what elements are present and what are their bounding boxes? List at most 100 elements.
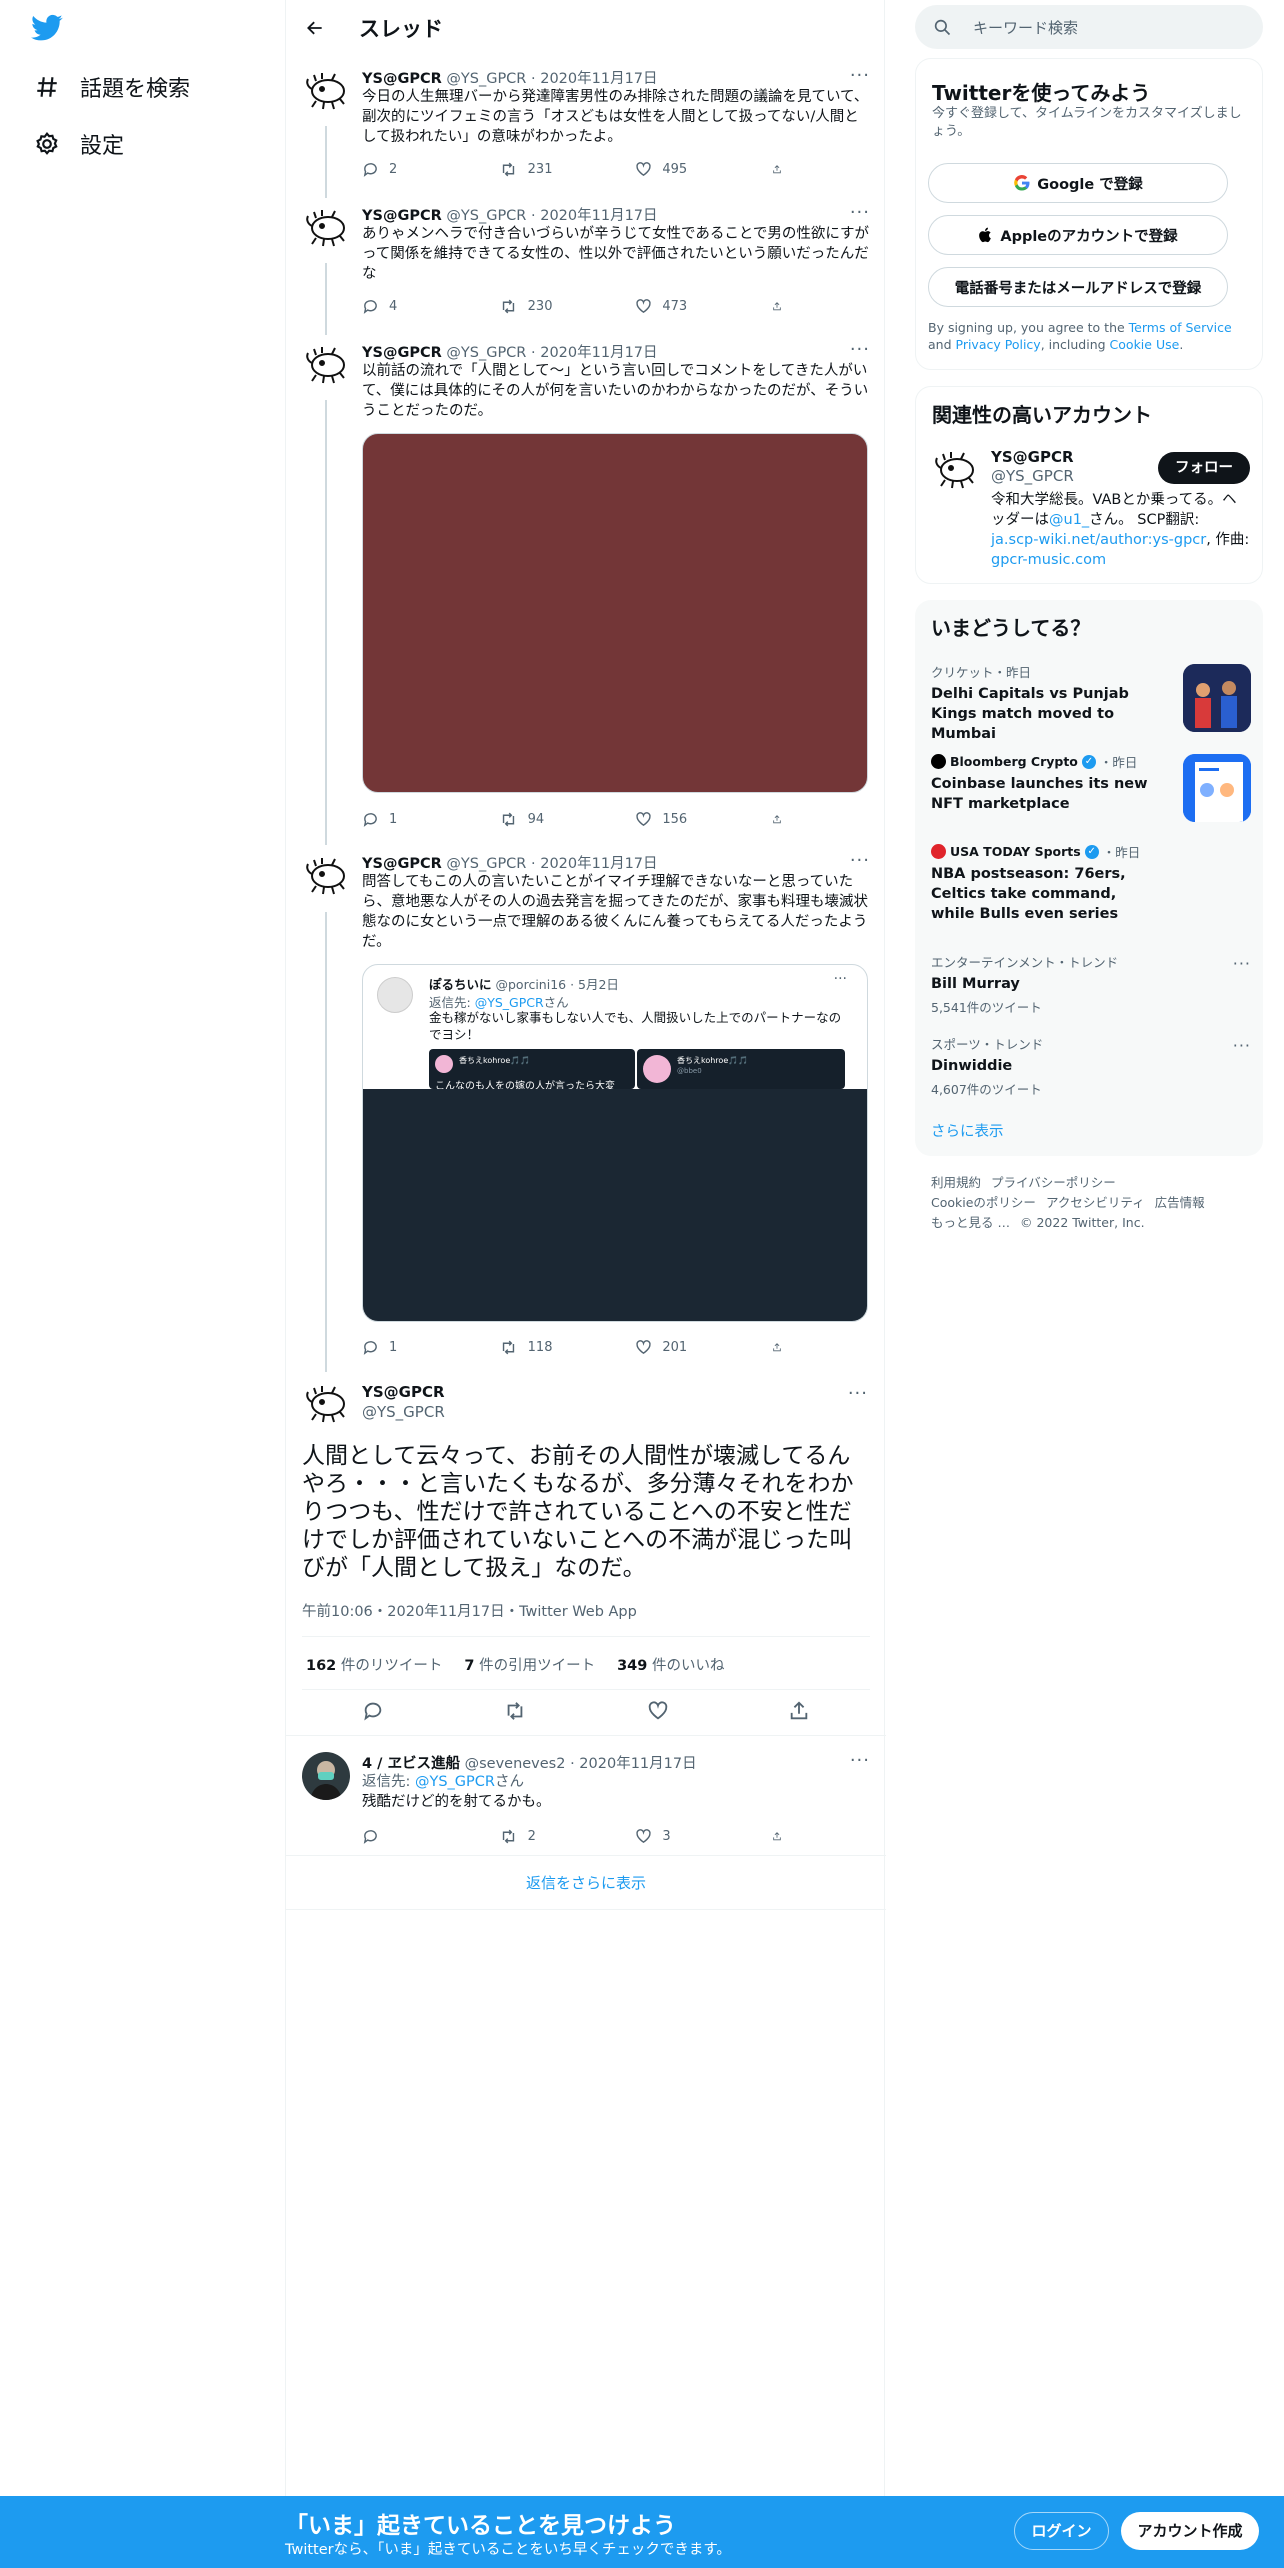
more-icon[interactable]: ···	[850, 1750, 870, 1771]
phone-email-signup-button[interactable]: 電話番号またはメールアドレスで登録	[928, 267, 1228, 307]
cookie-link[interactable]: Cookie Use	[1110, 337, 1180, 352]
google-signup-button[interactable]: Google で登録	[928, 163, 1228, 203]
nav-settings-label: 設定	[80, 134, 125, 159]
avatar[interactable]	[302, 341, 350, 389]
quoted-date: 5月2日	[578, 977, 619, 992]
author-name[interactable]: YS@GPCR	[362, 856, 442, 872]
like-button[interactable]: 201	[635, 1337, 725, 1357]
follow-button[interactable]: フォロー	[1158, 452, 1250, 484]
share-button[interactable]	[772, 1826, 792, 1846]
more-icon[interactable]: ···	[850, 202, 870, 223]
trend-image	[1183, 754, 1251, 822]
main-author-name[interactable]: YS@GPCR	[362, 1383, 445, 1401]
author-name[interactable]: YS@GPCR	[362, 71, 442, 87]
share-icon[interactable]	[788, 1700, 810, 1722]
retweet-button[interactable]: 230	[499, 296, 589, 316]
reply-icon	[363, 299, 377, 314]
author-name[interactable]: YS@GPCR	[362, 208, 442, 224]
more-icon[interactable]: ···	[850, 339, 870, 360]
back-button[interactable]	[298, 11, 332, 45]
share-button[interactable]	[772, 159, 792, 179]
terms-link[interactable]: Terms of Service	[1129, 320, 1232, 335]
back-arrow-icon	[307, 21, 322, 35]
show-more-replies-link[interactable]: 返信をさらに表示	[286, 1855, 886, 1910]
quoted-tweet[interactable]: ぽるちいに @porcini16 · 5月2日 ··· 返信先: @YS_GPC…	[362, 964, 868, 1322]
like-stat[interactable]: 349 件のいいね	[617, 1654, 724, 1675]
author-name[interactable]: YS@GPCR	[362, 345, 442, 361]
reply-button[interactable]: 1	[362, 1337, 452, 1357]
like-button[interactable]: 473	[635, 296, 725, 316]
like-button[interactable]: 3	[635, 1826, 725, 1846]
avatar[interactable]	[931, 446, 979, 494]
signup-card: Twitterを使ってみよう 今すぐ登録して、タイムラインをカスタマイズしましょ…	[915, 58, 1263, 370]
like-button[interactable]: 495	[635, 159, 725, 179]
login-button[interactable]: ログイン	[1014, 2512, 1109, 2550]
heart-icon[interactable]	[647, 1700, 669, 1722]
retweet-button[interactable]: 94	[499, 809, 589, 829]
more-icon[interactable]: ···	[1233, 954, 1251, 973]
trend-item[interactable]: USA TODAY Sports ✓ ・昨日 NBA postseason: 76e…	[931, 842, 1251, 924]
tweet-actions: 1 118 201	[362, 1337, 792, 1357]
author-handle[interactable]: @YS_GPCR	[446, 71, 526, 87]
tweet-date[interactable]: 2020年11月17日	[540, 71, 657, 87]
author-handle[interactable]: @YS_GPCR	[446, 208, 526, 224]
author-name[interactable]: 4 / ヱビス進船	[362, 1756, 460, 1772]
search-input[interactable]: キーワード検索	[915, 5, 1263, 49]
retweet-button[interactable]: 2	[499, 1826, 589, 1846]
more-icon[interactable]: ···	[850, 65, 870, 86]
related-title: 関連性の高いアカウント	[932, 403, 1152, 427]
trend-item[interactable]: クリケット・昨日 Delhi Capitals vs Punjab Kings …	[931, 662, 1251, 744]
share-button[interactable]	[772, 1337, 792, 1357]
retweet-icon[interactable]	[503, 1700, 527, 1722]
trends-show-more-link[interactable]: さらに表示	[931, 1120, 1004, 1141]
tweet-date[interactable]: 2020年11月17日	[579, 1756, 696, 1772]
avatar[interactable]	[302, 852, 350, 900]
retweet-button[interactable]: 231	[499, 159, 589, 179]
thread-connector	[325, 263, 327, 335]
trend-item[interactable]: エンターテインメント・トレンド Bill Murray 5,541件のツイート	[931, 952, 1251, 1016]
nav-explore[interactable]: 話題を検索	[34, 67, 190, 107]
trend-item[interactable]: スポーツ・トレンド Dinwiddie 4,607件のツイート	[931, 1034, 1251, 1098]
share-button[interactable]	[772, 296, 792, 316]
main-tweet-timestamp[interactable]: 午前10:06・2020年11月17日・Twitter Web App	[302, 1600, 637, 1621]
more-icon[interactable]: ···	[850, 850, 870, 871]
more-icon[interactable]: ···	[1233, 1036, 1251, 1055]
related-account-name[interactable]: YS@GPCR	[991, 448, 1074, 466]
reply-button[interactable]: 1	[362, 809, 452, 829]
avatar[interactable]	[302, 1380, 350, 1428]
author-handle[interactable]: @YS_GPCR	[446, 345, 526, 361]
retweet-stat[interactable]: 162 件のリツイート	[306, 1654, 442, 1675]
reply-button[interactable]: 4	[362, 296, 452, 316]
signup-button[interactable]: アカウント作成	[1121, 2512, 1259, 2550]
tweet-date[interactable]: 2020年11月17日	[540, 208, 657, 224]
quote-stat[interactable]: 7 件の引用ツイート	[464, 1654, 595, 1675]
share-button[interactable]	[772, 809, 792, 829]
quoted-author-handle: @porcini16	[495, 977, 567, 992]
retweet-button[interactable]: 118	[499, 1337, 589, 1357]
related-account-handle[interactable]: @YS_GPCR	[991, 467, 1074, 485]
privacy-link[interactable]: Privacy Policy	[956, 337, 1041, 352]
nav-settings[interactable]: 設定	[34, 124, 124, 164]
avatar[interactable]	[302, 1752, 350, 1800]
tweet-date[interactable]: 2020年11月17日	[540, 345, 657, 361]
avatar[interactable]	[302, 67, 350, 115]
reply-icon	[363, 1340, 377, 1355]
author-handle[interactable]: @YS_GPCR	[446, 856, 526, 872]
hashtag-icon	[37, 77, 57, 97]
heart-icon	[636, 811, 651, 826]
tweet-media-image[interactable]	[362, 433, 868, 793]
reply-icon[interactable]	[362, 1700, 384, 1722]
author-handle[interactable]: @seveneves2	[465, 1756, 566, 1772]
apple-signup-button[interactable]: Appleのアカウントで登録	[928, 215, 1228, 255]
avatar[interactable]	[302, 204, 350, 252]
tweet-date[interactable]: 2020年11月17日	[540, 856, 657, 872]
reply-button[interactable]: 2	[362, 159, 452, 179]
twitter-logo-icon[interactable]	[31, 14, 63, 42]
like-button[interactable]: 156	[635, 809, 725, 829]
main-author-handle[interactable]: @YS_GPCR	[362, 1403, 445, 1421]
reply-button[interactable]	[362, 1826, 452, 1846]
more-icon[interactable]: ···	[834, 971, 847, 987]
nav-explore-label: 話題を検索	[80, 77, 191, 102]
trend-item[interactable]: Bloomberg Crypto ✓ ・昨日 Coinbase launches i…	[931, 752, 1251, 822]
more-icon[interactable]: ···	[848, 1383, 868, 1404]
